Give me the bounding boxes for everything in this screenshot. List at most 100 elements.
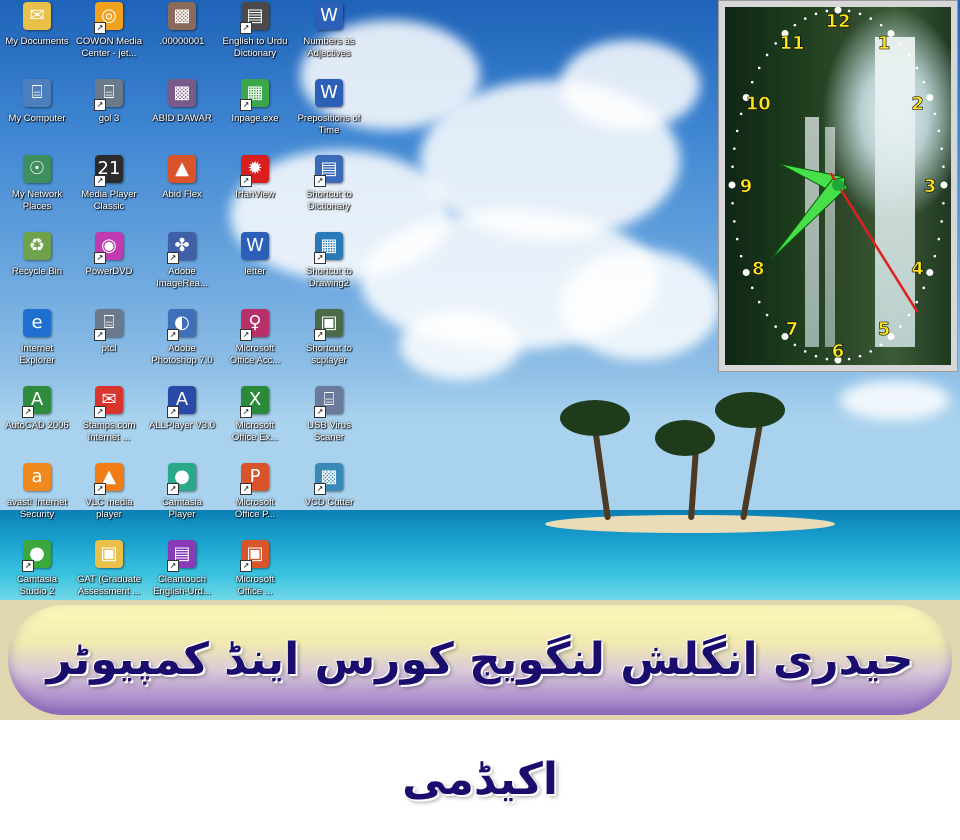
shortcut-arrow-icon: ↗ bbox=[314, 329, 326, 341]
clock-tick bbox=[879, 343, 883, 347]
desktop-icon[interactable]: ▣ ↗ Shortcut to scplayer bbox=[292, 309, 366, 385]
folder-icon: ▣ bbox=[95, 540, 123, 568]
shortcut-arrow-icon: ↗ bbox=[94, 22, 106, 34]
desktop-icon[interactable]: ◎ ↗ COWON Media Center - jet... bbox=[72, 2, 146, 78]
desktop-icon[interactable]: ⌸ ↗ gol 3 bbox=[72, 79, 146, 155]
clock-tick bbox=[735, 237, 739, 241]
desktop-clock-widget[interactable]: 12 1 2 3 4 5 6 7 8 9 10 11 bbox=[718, 0, 958, 372]
desktop-icon[interactable]: ▲ Abid Flex bbox=[145, 155, 219, 231]
desktop-icon-label: VLC media player bbox=[85, 497, 133, 520]
clock-tick bbox=[814, 354, 818, 358]
desktop-icon[interactable]: ▩ ↗ VCD Cutter bbox=[292, 463, 366, 539]
desktop-icon-label: gol 3 bbox=[98, 113, 120, 124]
clock-numeral: 7 bbox=[786, 319, 799, 340]
academy-banner: حیدری انگلش لنگویج کورس اینڈ کمپیوٹر اکی… bbox=[0, 600, 960, 805]
clock-tick bbox=[765, 53, 769, 57]
desktop-icon[interactable]: W Prepositions of Time bbox=[292, 79, 366, 155]
clock-numeral: 11 bbox=[779, 33, 804, 54]
desktop-icon[interactable]: ✤ ↗ Adobe ImageRea... bbox=[145, 232, 219, 308]
folder-docs-icon: ✉ bbox=[23, 2, 51, 30]
desktop-icon[interactable]: e Internet Explorer bbox=[0, 309, 74, 385]
shortcut-arrow-icon: ↗ bbox=[94, 406, 106, 418]
shortcut-arrow-icon: ↗ bbox=[94, 252, 106, 264]
desktop-icon[interactable]: 21 ↗ Media Player Classic bbox=[72, 155, 146, 231]
desktop-icon[interactable]: ♻ Recycle Bin bbox=[0, 232, 74, 308]
desktop-icon-label: AutoCAD 2006 bbox=[5, 420, 69, 431]
desktop-icon-label: PowerDVD bbox=[85, 266, 133, 277]
desktop-icon-label: My Network Places bbox=[11, 189, 63, 212]
clock-tick bbox=[858, 354, 862, 358]
clock-numeral: 5 bbox=[878, 319, 891, 340]
desktop-icon[interactable]: W Numbers as Adjectives bbox=[292, 2, 366, 78]
clock-tick bbox=[733, 147, 736, 150]
desktop-icon[interactable]: ▤ ↗ Shortcut to Dictionary bbox=[292, 155, 366, 231]
shortcut-arrow-icon: ↗ bbox=[94, 329, 106, 341]
desktop-icon[interactable]: ▩ ABID DAWAR bbox=[145, 79, 219, 155]
desktop-icon-label: Camtasia Player bbox=[161, 497, 203, 520]
clock-tick bbox=[926, 269, 934, 276]
clock-numeral: 4 bbox=[911, 259, 924, 280]
desktop-icon[interactable]: ☉ My Network Places bbox=[0, 155, 74, 231]
desktop-icon[interactable]: ⌸ ↗ USB Virus Scaner bbox=[292, 386, 366, 462]
desktop-icon-label: Prepositions of Time bbox=[297, 113, 361, 136]
desktop-icon[interactable]: ✹ ↗ IrfanView bbox=[218, 155, 292, 231]
desktop-icon[interactable]: ✉ ↗ Stamps.com Internet ... bbox=[72, 386, 146, 462]
avast-icon: a bbox=[23, 463, 51, 491]
desktop-icon[interactable]: A ↗ ALLPlayer V3.0 bbox=[145, 386, 219, 462]
clock-tick bbox=[847, 357, 851, 361]
desktop-icon-label: GAT (Graduate Assessment ... bbox=[76, 574, 142, 597]
desktop-icon[interactable]: ▦ ↗ Inpage.exe bbox=[218, 79, 292, 155]
clock-tick bbox=[739, 254, 743, 258]
desktop-icon[interactable]: ⌸ My Computer bbox=[0, 79, 74, 155]
clock-numeral: 12 bbox=[825, 11, 850, 32]
desktop-icon-label: USB Virus Scaner bbox=[307, 420, 351, 443]
clock-tick bbox=[757, 300, 761, 304]
desktop-icon-label: Adobe ImageRea... bbox=[156, 266, 208, 289]
desktop-icon[interactable]: Wletter bbox=[218, 232, 292, 308]
clock-tick bbox=[869, 350, 873, 353]
desktop-icon[interactable]: ▩ .00000001 bbox=[145, 2, 219, 78]
desktop-icon-label: Numbers as Adjectives bbox=[303, 36, 355, 59]
clock-tick bbox=[922, 80, 926, 84]
shortcut-arrow-icon: ↗ bbox=[167, 329, 179, 341]
shortcut-arrow-icon: ↗ bbox=[167, 406, 179, 418]
desktop-icon-label: Adobe Photoshop 7.0 bbox=[151, 343, 213, 366]
clock-numeral: 1 bbox=[878, 33, 891, 54]
desktop-icon[interactable]: ● ↗ Camtasia Player bbox=[145, 463, 219, 539]
desktop-icon[interactable]: ▦ ↗ Shortcut to Drawing2 bbox=[292, 232, 366, 308]
shortcut-arrow-icon: ↗ bbox=[240, 329, 252, 341]
desktop-icon[interactable]: a avast! Internet Security bbox=[0, 463, 74, 539]
shortcut-arrow-icon: ↗ bbox=[22, 406, 34, 418]
clock-hub bbox=[832, 179, 844, 191]
clock-numeral: 2 bbox=[911, 94, 924, 115]
desktop-icon[interactable]: ✉ My Documents bbox=[0, 2, 74, 78]
clock-tick bbox=[825, 357, 829, 361]
clock-tick bbox=[757, 66, 761, 70]
desktop-icon[interactable]: A ↗ AutoCAD 2006 bbox=[0, 386, 74, 462]
shortcut-arrow-icon: ↗ bbox=[94, 483, 106, 495]
desktop-icon-label: Shortcut to scplayer bbox=[306, 343, 352, 366]
desktop-icon[interactable]: ▲ ↗ VLC media player bbox=[72, 463, 146, 539]
desktop-icon[interactable]: X ↗ Microsoft Office Ex... bbox=[218, 386, 292, 462]
clock-tick bbox=[750, 80, 754, 84]
shortcut-arrow-icon: ↗ bbox=[314, 175, 326, 187]
clock-tick bbox=[879, 23, 883, 27]
word-doc-icon: W bbox=[241, 232, 269, 260]
clock-tick bbox=[942, 201, 945, 205]
desktop-icon-label: Media Player Classic bbox=[81, 189, 137, 212]
clock-tick bbox=[793, 23, 797, 27]
shortcut-arrow-icon: ↗ bbox=[167, 252, 179, 264]
internet-explorer-icon: e bbox=[23, 309, 51, 337]
desktop-icon[interactable]: ♀ ↗ Microsoft Office Acc... bbox=[218, 309, 292, 385]
desktop-icon[interactable]: ⌸ ↗ ptcl bbox=[72, 309, 146, 385]
desktop-icon[interactable]: ◉ ↗ PowerDVD bbox=[72, 232, 146, 308]
desktop-icon-label: Microsoft Office Acc... bbox=[229, 343, 281, 366]
desktop-icon-label: ptcl bbox=[101, 343, 117, 354]
desktop-icon-label: Microsoft Office P... bbox=[234, 497, 276, 520]
desktop-icon[interactable]: P ↗ Microsoft Office P... bbox=[218, 463, 292, 539]
clock-minute-hand bbox=[770, 176, 846, 260]
clock-face: 121234567891011 bbox=[728, 7, 948, 364]
desktop-icon[interactable]: ◐ ↗ Adobe Photoshop 7.0 bbox=[145, 309, 219, 385]
desktop-icon[interactable]: ▤ ↗ English to Urdu Dictionary bbox=[218, 2, 292, 78]
desktop-icon-label: COWON Media Center - jet... bbox=[76, 36, 142, 59]
